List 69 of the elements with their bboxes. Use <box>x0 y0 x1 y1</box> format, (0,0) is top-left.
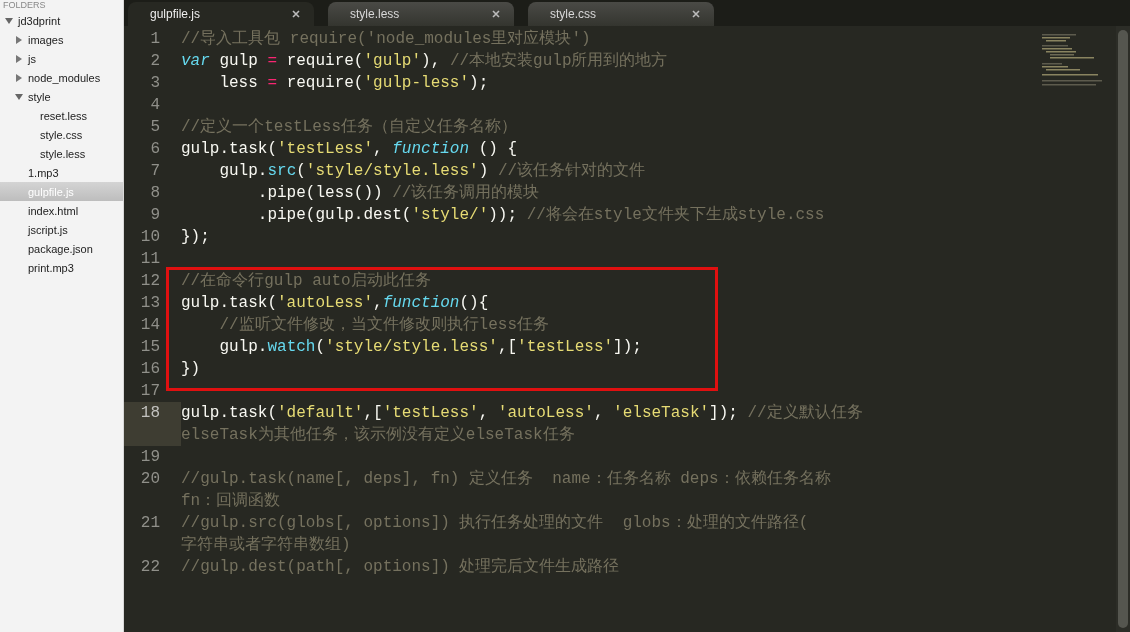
close-icon[interactable] <box>692 10 700 18</box>
tree-item[interactable]: style.css <box>0 125 123 144</box>
close-icon[interactable] <box>292 10 300 18</box>
code-line: gulp.task('testLess', function () { <box>181 139 518 160</box>
caret-down-icon[interactable] <box>5 16 13 25</box>
line-number: 14 <box>140 316 160 334</box>
scrollbar-thumb[interactable] <box>1118 30 1128 628</box>
tree-item[interactable]: style <box>0 87 123 106</box>
tab[interactable]: style.css <box>528 2 714 26</box>
code-line: //导入工具包 require('node_modules里对应模块') <box>181 28 591 50</box>
code-line: //监听文件修改，当文件修改则执行less任务 <box>218 314 549 336</box>
tree-item[interactable]: jd3dprint <box>0 11 123 30</box>
tree-item[interactable]: jscript.js <box>0 220 123 239</box>
line-number: 15 <box>140 338 160 356</box>
tree-item[interactable]: node_modules <box>0 68 123 87</box>
line-number: 17 <box>140 382 160 400</box>
line-number: 7 <box>150 162 160 180</box>
code-line: gulp.task('autoLess',function(){ <box>181 293 489 314</box>
line-number: 8 <box>150 184 160 202</box>
line-number: 18 <box>140 404 160 422</box>
code-line: }) <box>181 359 201 380</box>
line-number: 21 <box>140 514 160 532</box>
tree-item[interactable]: images <box>0 30 123 49</box>
code-line: }); <box>181 227 210 248</box>
line-number: 9 <box>150 206 160 224</box>
line-number: 10 <box>140 228 160 246</box>
code-line: //gulp.src(globs[, options]) 执行任务处理的文件 globs：处理的文件路径( <box>181 512 809 534</box>
tree-item[interactable]: index.html <box>0 201 123 220</box>
tab[interactable]: gulpfile.js <box>128 2 314 26</box>
caret-right-icon[interactable] <box>15 35 23 44</box>
sidebar-header: FOLDERS <box>2 0 47 11</box>
close-icon[interactable] <box>492 10 500 18</box>
line-number: 6 <box>150 140 160 158</box>
caret-right-icon[interactable] <box>15 54 23 63</box>
line-number: 22 <box>140 558 160 576</box>
tree-item[interactable]: reset.less <box>0 106 123 125</box>
code-line: gulp.src('style/style.less') //该任务针对的文件 <box>218 160 646 182</box>
code-line: .pipe(gulp.dest('style/')); //将会在style文件夹下生成style.css <box>256 204 825 226</box>
line-number: 11 <box>140 250 160 268</box>
code-line: elseTask为其他任务，该示例没有定义elseTask任务 <box>181 424 575 446</box>
code-line: gulp.task('default',['testLess', 'autoLess', 'elseTask']); //定义默认任务 <box>181 403 863 424</box>
code-line: fn：回调函数 <box>181 491 281 512</box>
line-number: 19 <box>140 448 160 466</box>
line-number: 2 <box>150 52 160 70</box>
tree-item[interactable]: js <box>0 49 123 68</box>
line-number: 12 <box>140 272 160 290</box>
line-number: 16 <box>140 360 160 378</box>
code-line: var gulp = require('gulp'), //本地安装gulp所用到的地方 <box>181 50 668 72</box>
tab[interactable]: style.less <box>328 2 514 26</box>
code-line: .pipe(less()) //该任务调用的模块 <box>256 182 540 204</box>
tree-item[interactable]: 1.mp3 <box>0 163 123 182</box>
caret-down-icon[interactable] <box>15 92 23 101</box>
line-number: 1 <box>150 30 160 48</box>
code-line: //gulp.dest(path[, options]) 处理完后文件生成路径 <box>181 556 620 578</box>
line-number: 4 <box>150 96 160 114</box>
code-line: 字符串或者字符串数组) <box>181 534 351 556</box>
tree-item[interactable]: style.less <box>0 144 123 163</box>
tree-item[interactable]: print.mp3 <box>0 258 123 277</box>
line-number: 13 <box>140 294 160 312</box>
line-number: 3 <box>150 74 160 92</box>
code-line: //在命令行gulp auto启动此任务 <box>181 270 431 292</box>
tree-item[interactable]: package.json <box>0 239 123 258</box>
code-line: less = require('gulp-less'); <box>218 73 489 94</box>
code-line: //定义一个testLess任务（自定义任务名称） <box>181 117 517 138</box>
code-line: gulp.watch('style/style.less',['testLess']); <box>218 337 642 358</box>
caret-right-icon[interactable] <box>15 73 23 82</box>
line-number: 5 <box>150 118 160 136</box>
line-number: 20 <box>140 470 160 488</box>
code-line: //gulp.task(name[, deps], fn) 定义任务 name：任务名称 deps：依赖任务名称 <box>181 469 831 490</box>
